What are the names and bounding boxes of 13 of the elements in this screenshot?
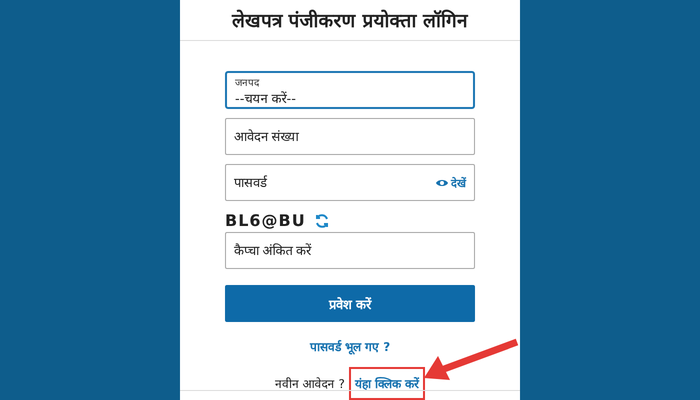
- refresh-icon[interactable]: [314, 212, 330, 228]
- captcha-code: BL6@BU: [225, 211, 306, 230]
- district-label: जनपद: [235, 77, 260, 89]
- page-title: लेखपत्र पंजीकरण प्रयोक्ता लॉगिन: [232, 8, 468, 33]
- click-here-link[interactable]: यंहा क्लिक करें: [354, 377, 420, 391]
- eye-icon: [436, 178, 448, 186]
- password-field[interactable]: पासवर्ड देखें: [225, 164, 475, 201]
- district-select[interactable]: जनपद --चयन करें--: [225, 71, 475, 109]
- district-value: --चयन करें--: [235, 90, 297, 107]
- forgot-password-link[interactable]: पासवर्ड भूल गए ?: [310, 338, 390, 355]
- login-button[interactable]: प्रवेश करें: [225, 285, 475, 322]
- new-application-text: नवीन आवेदन ?: [274, 376, 345, 392]
- show-password-button[interactable]: देखें: [436, 175, 466, 190]
